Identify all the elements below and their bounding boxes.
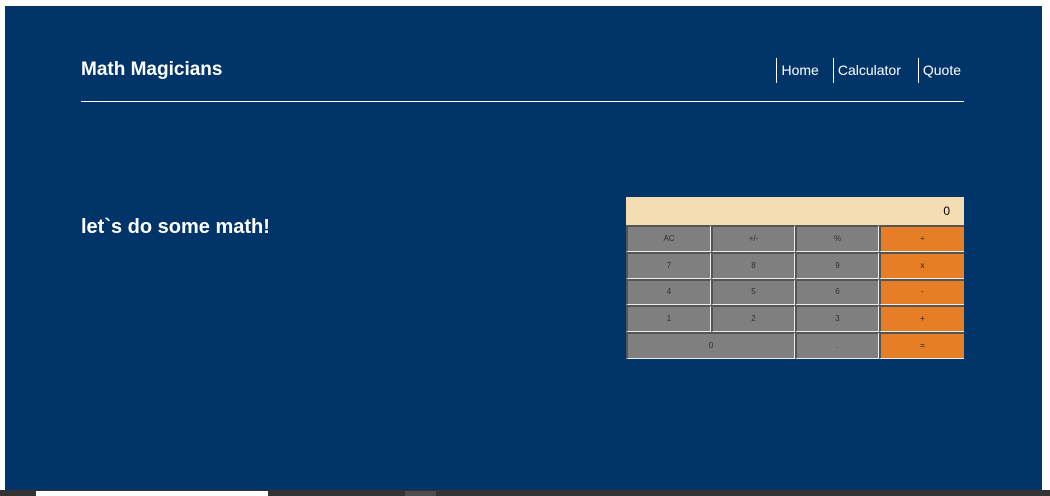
- key-percent[interactable]: %: [795, 225, 879, 252]
- key-6[interactable]: 6: [795, 278, 879, 306]
- scrollbar-marker: [405, 491, 436, 496]
- brand-title: Math Magicians: [81, 59, 223, 80]
- calculator-keypad: AC +/- % ÷ 7 8 9 x 4 5 6 - 1 2 3 + 0 . =: [626, 225, 964, 359]
- key-subtract[interactable]: -: [879, 278, 964, 306]
- key-5[interactable]: 5: [711, 278, 795, 306]
- key-1[interactable]: 1: [626, 305, 711, 333]
- key-4[interactable]: 4: [626, 278, 711, 306]
- nav-link-home[interactable]: Home: [776, 58, 819, 83]
- key-2[interactable]: 2: [711, 305, 795, 333]
- key-multiply[interactable]: x: [879, 251, 964, 279]
- key-7[interactable]: 7: [626, 251, 711, 279]
- key-toggle-sign[interactable]: +/-: [711, 225, 795, 252]
- key-8[interactable]: 8: [711, 251, 795, 279]
- main-nav: Home Calculator Quote: [776, 58, 961, 83]
- key-clear[interactable]: AC: [626, 225, 711, 252]
- app-frame: Math Magicians Home Calculator Quote let…: [5, 6, 1042, 496]
- key-add[interactable]: +: [879, 305, 964, 333]
- key-equals[interactable]: =: [879, 332, 964, 359]
- header: Math Magicians Home Calculator Quote: [81, 52, 964, 102]
- calculator-display: 0: [626, 197, 964, 225]
- scrollbar-thumb[interactable]: [36, 491, 268, 496]
- nav-link-quote[interactable]: Quote: [917, 58, 961, 83]
- key-3[interactable]: 3: [795, 305, 879, 333]
- key-divide[interactable]: ÷: [879, 225, 964, 252]
- key-0[interactable]: 0: [626, 332, 795, 359]
- calculator: 0 AC +/- % ÷ 7 8 9 x 4 5 6 - 1 2 3 + 0 .…: [626, 197, 964, 359]
- key-decimal[interactable]: .: [795, 332, 879, 359]
- page-heading: let`s do some math!: [81, 216, 270, 238]
- key-9[interactable]: 9: [795, 251, 879, 279]
- nav-link-calculator[interactable]: Calculator: [832, 58, 901, 83]
